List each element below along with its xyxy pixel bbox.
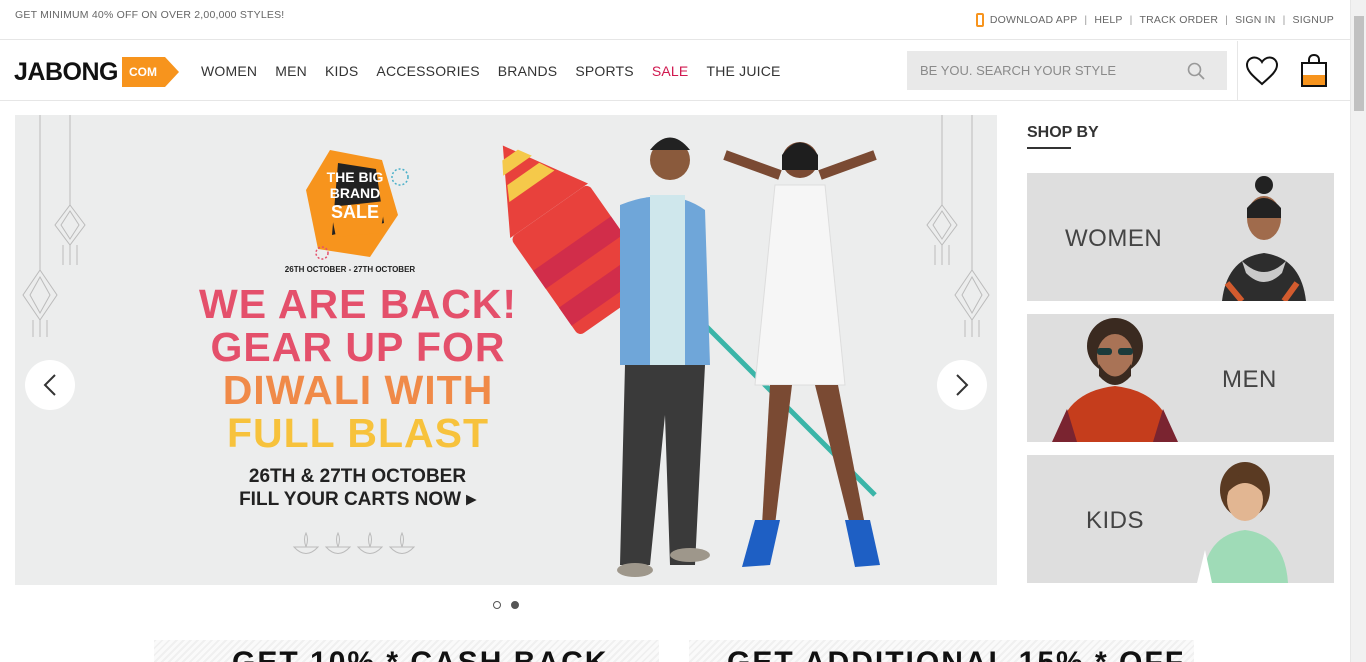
- heart-icon[interactable]: [1245, 56, 1279, 91]
- shopping-bag-icon[interactable]: [1300, 53, 1328, 93]
- badge-line-3: SALE: [330, 202, 379, 222]
- carousel-dot-2[interactable]: [511, 601, 519, 609]
- carousel-next-button[interactable]: [937, 360, 987, 410]
- phone-icon: [975, 13, 984, 27]
- badge-line-2: BRAND: [329, 185, 381, 201]
- search-icon[interactable]: [1187, 62, 1205, 85]
- search-box: [907, 51, 1227, 90]
- carousel-prev-button[interactable]: [25, 360, 75, 410]
- main-header: JABONG COM WOMEN MEN KIDS ACCESSORIES BR…: [0, 41, 1350, 101]
- search-input[interactable]: [907, 51, 1167, 90]
- nav-brands[interactable]: BRANDS: [498, 63, 558, 79]
- nav-women[interactable]: WOMEN: [201, 63, 257, 79]
- nav-kids[interactable]: KIDS: [325, 63, 358, 79]
- nav-sports[interactable]: SPORTS: [575, 63, 634, 79]
- kids-model-image: [1197, 462, 1288, 583]
- shop-by-kids-tile[interactable]: KIDS: [1027, 455, 1334, 583]
- carousel-dots: [493, 601, 529, 609]
- women-model-image: [1222, 176, 1306, 301]
- help-link[interactable]: HELP: [1094, 14, 1122, 26]
- chevron-left-icon: [43, 374, 56, 396]
- shop-by-title: SHOP BY: [1027, 124, 1099, 141]
- jabong-logo[interactable]: JABONG COM: [14, 57, 179, 87]
- cashback-offer-text: GET 10% * CASH BACK: [232, 646, 608, 662]
- header-divider: [1237, 41, 1238, 101]
- badge-line-1: THE BIG: [326, 169, 384, 185]
- promo-text: GET MINIMUM 40% OFF ON OVER 2,00,000 STY…: [15, 9, 285, 21]
- top-links: DOWNLOAD APP | HELP | TRACK ORDER | SIGN…: [975, 13, 1334, 27]
- additional-offer-banner[interactable]: GET ADDITIONAL 15% * OFF: [689, 640, 1194, 662]
- nav-men[interactable]: MEN: [275, 63, 307, 79]
- download-app-link[interactable]: DOWNLOAD APP: [990, 14, 1078, 26]
- additional-offer-text: GET ADDITIONAL 15% * OFF: [727, 646, 1185, 662]
- logo-com: COM: [121, 57, 179, 87]
- top-promo-bar: GET MINIMUM 40% OFF ON OVER 2,00,000 STY…: [0, 0, 1350, 40]
- track-order-link[interactable]: TRACK ORDER: [1140, 14, 1219, 26]
- cashback-offer-banner[interactable]: GET 10% * CASH BACK: [154, 640, 659, 662]
- men-model-image: [1052, 318, 1178, 442]
- models-with-rocket-image: [502, 137, 880, 577]
- nav-accessories[interactable]: ACCESSORIES: [376, 63, 479, 79]
- page-scrollbar[interactable]: [1350, 0, 1366, 662]
- chevron-right-icon: [956, 374, 969, 396]
- lantern-decoration-left: [22, 115, 86, 337]
- shop-by-underline: [1027, 147, 1071, 149]
- badge-dates: 26TH OCTOBER - 27TH OCTOBER: [284, 265, 416, 274]
- scrollbar-thumb[interactable]: [1354, 16, 1364, 111]
- diya-lamps-icon: [292, 531, 416, 554]
- shop-by-men-tile[interactable]: MEN: [1027, 314, 1334, 442]
- shop-by-women-tile[interactable]: WOMEN: [1027, 173, 1334, 301]
- hero-banner[interactable]: THE BIG BRAND SALE 26TH OCTOBER - 27TH O…: [15, 115, 997, 585]
- lantern-decoration-right: [926, 115, 990, 337]
- big-brand-sale-badge: THE BIG BRAND SALE: [300, 145, 410, 265]
- nav-sale[interactable]: SALE: [652, 63, 689, 79]
- sign-in-link[interactable]: SIGN IN: [1235, 14, 1276, 26]
- tile-label-men: MEN: [1222, 366, 1277, 393]
- tile-label-women: WOMEN: [1065, 225, 1163, 252]
- nav-the-juice[interactable]: THE JUICE: [706, 63, 780, 79]
- tile-label-kids: KIDS: [1086, 507, 1145, 534]
- carousel-dot-1[interactable]: [493, 601, 501, 609]
- main-nav: WOMEN MEN KIDS ACCESSORIES BRANDS SPORTS…: [201, 63, 799, 79]
- logo-word: JABONG: [14, 57, 118, 86]
- signup-link[interactable]: SIGNUP: [1293, 14, 1334, 26]
